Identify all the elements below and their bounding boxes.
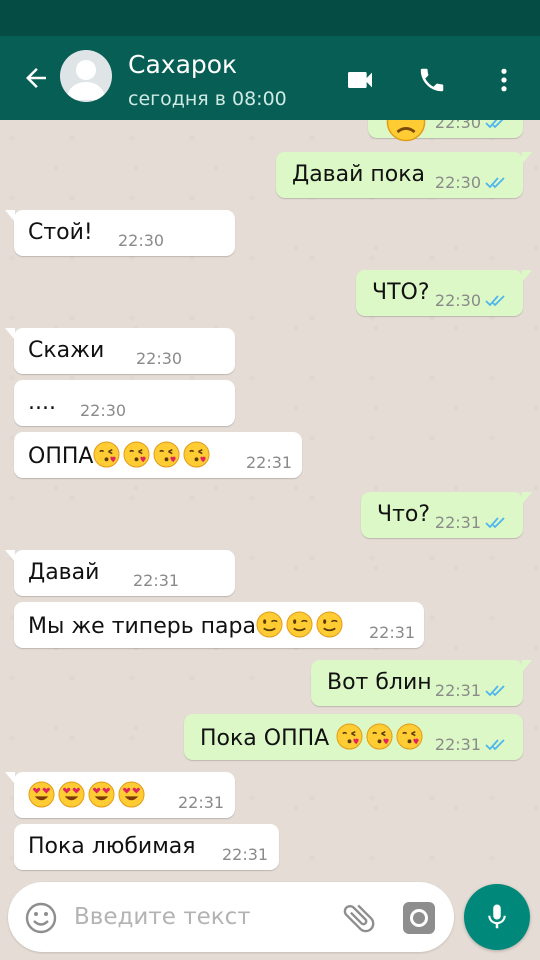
read-receipt-icon xyxy=(485,517,505,529)
read-receipt-icon xyxy=(485,685,505,697)
message-input[interactable] xyxy=(74,900,324,934)
winking-face-icon xyxy=(316,611,343,638)
default-avatar-icon xyxy=(66,60,106,100)
message-text: Скажи xyxy=(28,338,105,363)
message-bubble-outgoing[interactable]: Что? 22:31 xyxy=(361,492,532,538)
more-vert-icon xyxy=(501,68,507,92)
face-blowing-kiss-icon xyxy=(123,441,150,468)
contact-name[interactable]: Сахарок xyxy=(128,50,237,79)
frowning-face-icon xyxy=(386,120,426,142)
heart-eyes-face-icon xyxy=(58,781,85,808)
message-composer xyxy=(8,882,454,952)
heart-eyes-face-icon xyxy=(88,781,115,808)
paperclip-icon xyxy=(343,904,375,933)
video-call-icon xyxy=(348,72,372,88)
camera-button[interactable] xyxy=(400,899,438,937)
face-blowing-kiss-icon xyxy=(153,441,180,468)
read-receipt-icon xyxy=(485,120,504,129)
message-text: Давай пока xyxy=(292,162,426,187)
message-text: Вот блин xyxy=(327,670,432,695)
more-options-button[interactable] xyxy=(484,60,524,100)
message-time: 22:30 xyxy=(80,401,127,420)
message-time: 22:31 xyxy=(434,681,481,700)
back-button[interactable] xyxy=(14,58,58,98)
microphone-icon xyxy=(488,904,506,929)
chat-header: Сахарок сегодня в 08:00 xyxy=(0,36,540,120)
read-receipt-icon xyxy=(485,739,505,751)
message-bubble-incoming[interactable]: Давай 22:31 xyxy=(5,550,235,596)
message-bubble-incoming[interactable]: Пока любимая 22:31 xyxy=(14,824,279,870)
heart-eyes-face-icon xyxy=(28,781,55,808)
smiley-icon xyxy=(25,902,57,934)
message-time: 22:31 xyxy=(222,845,269,864)
message-bubble-incoming[interactable]: Мы же типерь пара 22:31 xyxy=(14,602,424,648)
message-text-content: Пока ОППА xyxy=(200,726,337,751)
message-text xyxy=(28,781,148,811)
face-blowing-kiss-icon xyxy=(396,723,423,750)
message-text: Стой! xyxy=(28,220,93,245)
attach-button[interactable] xyxy=(340,899,378,937)
message-text xyxy=(386,120,429,150)
status-bar xyxy=(0,0,540,36)
message-time: 22:31 xyxy=(434,735,481,754)
arrow-back-icon xyxy=(26,68,46,88)
message-text: Что? xyxy=(377,502,431,527)
message-time: 22:31 xyxy=(246,453,293,472)
message-text: Давай xyxy=(28,560,100,585)
video-call-button[interactable] xyxy=(340,60,380,100)
voice-call-button[interactable] xyxy=(412,60,452,100)
emoji-button[interactable] xyxy=(24,901,58,935)
message-bubble-outgoing[interactable]: Пока ОППА 22:31 xyxy=(184,714,523,760)
message-time: 22:30 xyxy=(136,349,183,368)
winking-face-icon xyxy=(256,611,283,638)
message-time: 22:30 xyxy=(434,120,481,132)
chat-area[interactable]: 22:30 Давай пока 22:30 Стой! 22:30 ЧТО? … xyxy=(0,120,540,880)
last-seen-status: сегодня в 08:00 xyxy=(128,88,287,110)
read-receipt-icon xyxy=(485,177,505,189)
message-bubble-incoming[interactable]: ОППА 22:31 xyxy=(14,432,302,478)
face-blowing-kiss-icon xyxy=(93,441,120,468)
message-text: Пока ОППА xyxy=(200,723,426,753)
message-bubble-incoming[interactable]: 22:31 xyxy=(5,772,235,818)
face-blowing-kiss-icon xyxy=(183,441,210,468)
phone-icon xyxy=(420,68,444,92)
message-time: 22:30 xyxy=(434,173,481,192)
face-blowing-kiss-icon xyxy=(366,723,393,750)
message-text: ЧТО? xyxy=(372,280,430,305)
message-bubble-incoming[interactable]: .... 22:30 xyxy=(14,380,235,426)
face-blowing-kiss-icon xyxy=(336,723,363,750)
message-time: 22:31 xyxy=(133,571,180,590)
message-time: 22:31 xyxy=(434,513,481,532)
message-text-content: ОППА xyxy=(28,444,94,469)
voice-message-button[interactable] xyxy=(464,884,530,950)
message-bubble-outgoing[interactable]: Вот блин 22:31 xyxy=(311,660,532,706)
message-time: 22:30 xyxy=(434,291,481,310)
message-bubble-outgoing[interactable]: 22:30 xyxy=(368,120,523,142)
message-text: Мы же типерь пара xyxy=(28,611,346,641)
message-text: ОППА xyxy=(28,441,213,471)
message-time: 22:31 xyxy=(369,623,416,642)
winking-face-icon xyxy=(286,611,313,638)
message-bubble-outgoing[interactable]: ЧТО? 22:30 xyxy=(356,270,532,316)
message-text: .... xyxy=(28,390,56,415)
camera-icon xyxy=(403,902,435,934)
read-receipt-icon xyxy=(485,295,505,307)
avatar[interactable] xyxy=(60,50,112,102)
message-time: 22:30 xyxy=(118,231,165,250)
message-text: Пока любимая xyxy=(28,834,196,859)
message-bubble-incoming[interactable]: Скажи 22:30 xyxy=(5,328,235,374)
message-bubble-outgoing[interactable]: Давай пока 22:30 xyxy=(276,152,532,198)
message-bubble-incoming[interactable]: Стой! 22:30 xyxy=(5,210,235,256)
heart-eyes-face-icon xyxy=(118,781,145,808)
message-text-content: Мы же типерь пара xyxy=(28,614,256,639)
message-time: 22:31 xyxy=(178,793,225,812)
